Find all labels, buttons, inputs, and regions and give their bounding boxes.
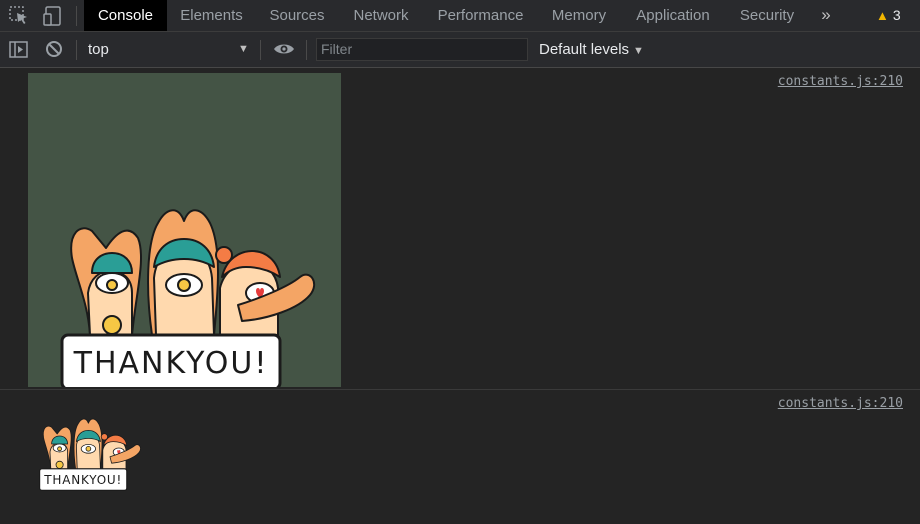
chevron-down-icon: ▼ — [633, 45, 644, 57]
devtools-tabbar: Console Elements Sources Network Perform… — [0, 0, 920, 32]
context-selector[interactable]: top — [88, 32, 109, 67]
thank-you-image-small: THANKYOU! — [38, 418, 142, 491]
live-expression-eye-icon[interactable] — [272, 39, 294, 61]
banner-text: THANKYOU! — [43, 473, 122, 487]
tab-performance[interactable]: Performance — [424, 0, 537, 31]
tab-sources[interactable]: Sources — [256, 0, 338, 31]
console-toolbar: top ▼ Filter Default levels ▼ — [0, 32, 920, 68]
console-message: constants.js:210 THANKYOU! — [0, 390, 920, 524]
thank-you-image: THANKYOU! — [28, 73, 341, 387]
clear-console-icon[interactable] — [44, 39, 66, 61]
warnings-count: 3 — [892, 7, 901, 23]
warnings-counter[interactable]: ▲ 3 — [876, 0, 901, 31]
filter-input[interactable]: Filter — [316, 38, 528, 61]
console-message: constants.js:210 THANKYOU! — [0, 68, 920, 390]
source-link[interactable]: constants.js:210 — [778, 396, 903, 411]
tab-security[interactable]: Security — [725, 0, 809, 31]
context-dropdown-arrow-icon[interactable]: ▼ — [238, 32, 249, 67]
log-levels-label: Default levels — [539, 41, 630, 58]
device-toolbar-icon[interactable] — [42, 5, 64, 27]
sidebar-toggle-icon[interactable] — [8, 39, 30, 61]
log-levels-dropdown[interactable]: Default levels ▼ — [539, 32, 644, 67]
inspect-element-icon[interactable] — [8, 5, 30, 27]
tab-memory[interactable]: Memory — [537, 0, 621, 31]
tab-network[interactable]: Network — [338, 0, 424, 31]
warning-triangle-icon: ▲ — [876, 8, 889, 23]
tab-console[interactable]: Console — [84, 0, 167, 31]
source-link[interactable]: constants.js:210 — [778, 74, 903, 89]
more-tabs-chevron-icon[interactable]: » — [816, 0, 836, 31]
tab-application[interactable]: Application — [621, 0, 725, 31]
tab-elements[interactable]: Elements — [167, 0, 256, 31]
banner-text: THANKYOU! — [73, 346, 269, 381]
